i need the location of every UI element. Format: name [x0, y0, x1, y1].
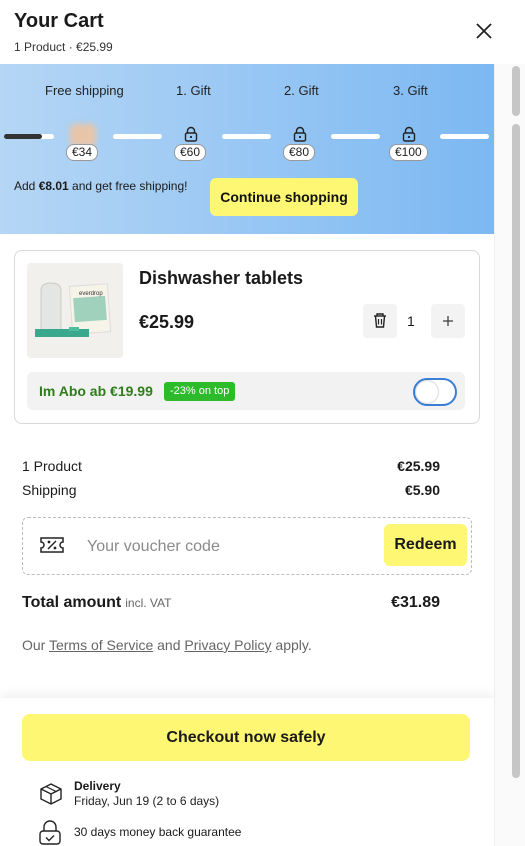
quantity-value: 1 — [407, 313, 415, 329]
milestone-label-gift-2: 2. Gift — [284, 83, 319, 98]
progress-segment — [113, 134, 162, 139]
product-card: everdrop Dishwasher tablets €25.99 1 Im … — [14, 250, 480, 424]
vat-note: incl. VAT — [125, 596, 172, 610]
subscription-toggle[interactable] — [413, 378, 457, 406]
product-price: €25.99 — [139, 312, 195, 332]
scrollbar-thumb[interactable] — [512, 124, 520, 778]
milestone-label-gift-1: 1. Gift — [176, 83, 211, 98]
shipping-progress-banner: Free shipping 1. Gift 2. Gift 3. Gift €3… — [0, 64, 495, 234]
package-icon — [40, 783, 62, 805]
terms-prefix: Our — [22, 637, 49, 653]
subscription-row: Im Abo ab €19.99 -23% on top — [27, 372, 465, 410]
privacy-policy-link[interactable]: Privacy Policy — [184, 637, 271, 653]
trash-icon — [374, 313, 386, 328]
terms-notice: Our Terms of Service and Privacy Policy … — [22, 637, 312, 653]
progress-fill — [4, 134, 42, 139]
cart-header: Your Cart 1 Product · €25.99 — [0, 0, 525, 64]
product-illustration: everdrop — [27, 263, 123, 358]
guarantee-text: 30 days money back guarantee — [74, 825, 242, 839]
products-subtotal: €25.99 — [397, 458, 440, 474]
milestone-price-free-shipping: €34 — [66, 144, 99, 161]
milestone-label-gift-3: 3. Gift — [393, 83, 428, 98]
hint-prefix: Add — [14, 179, 39, 193]
voucher-code-input[interactable] — [85, 531, 379, 563]
cart-title: Your Cart — [14, 10, 104, 32]
voucher-box: Redeem — [22, 517, 472, 575]
hint-suffix: and get free shipping! — [68, 179, 188, 193]
shipping-cost: €5.90 — [404, 482, 440, 498]
total-label-text: Total amount — [22, 594, 122, 611]
scrollbar-track[interactable] — [494, 64, 525, 846]
subscription-discount-badge: -23% on top — [164, 382, 236, 401]
progress-segment — [222, 134, 271, 139]
terms-suffix: apply. — [271, 637, 312, 653]
milestone-label-free-shipping: Free shipping — [45, 83, 124, 98]
free-shipping-hint: Add €8.01 and get free shipping! — [14, 179, 187, 193]
progress-segment — [331, 134, 380, 139]
total-amount-label: Total amount incl. VAT — [22, 594, 171, 612]
cart-subtitle: 1 Product · €25.99 — [14, 40, 113, 54]
lock-icon — [402, 126, 416, 142]
product-name: Dishwasher tablets — [139, 268, 304, 288]
delivery-title: Delivery — [74, 779, 121, 793]
toggle-knob — [416, 381, 438, 403]
milestone-price-gift-1: €60 — [174, 144, 207, 161]
voucher-icon — [40, 537, 64, 553]
progress-segment — [440, 134, 489, 139]
subscription-text: Im Abo ab €19.99 — [39, 383, 153, 399]
delivery-date: Friday, Jun 19 (2 to 6 days) — [74, 794, 220, 808]
product-brand-text: everdrop — [79, 291, 103, 297]
shipping-label: Shipping — [22, 482, 77, 498]
milestone-price-gift-3: €100 — [389, 144, 428, 161]
plus-icon — [443, 316, 453, 326]
continue-shopping-button[interactable]: Continue shopping — [210, 178, 358, 216]
remove-item-button[interactable] — [363, 304, 397, 338]
checkout-button[interactable]: Checkout now safely — [22, 714, 470, 761]
scrollbar-thumb-upper[interactable] — [512, 66, 520, 116]
redeem-button[interactable]: Redeem — [384, 524, 467, 566]
products-count-label: 1 Product — [22, 458, 82, 474]
terms-of-service-link[interactable]: Terms of Service — [49, 637, 153, 653]
terms-and: and — [153, 637, 185, 653]
product-image: everdrop — [27, 263, 123, 358]
hint-amount: €8.01 — [38, 179, 69, 193]
total-amount-value: €31.89 — [391, 594, 440, 611]
checkout-footer: Checkout now safely Delivery Friday, Jun… — [0, 698, 495, 846]
milestone-price-gift-2: €80 — [283, 144, 316, 161]
gift-thumbnail — [70, 124, 96, 146]
close-icon[interactable] — [473, 20, 495, 42]
lock-icon — [293, 126, 307, 142]
increase-quantity-button[interactable] — [431, 304, 465, 338]
lock-icon — [184, 126, 198, 142]
money-back-guarantee-icon — [39, 820, 61, 845]
